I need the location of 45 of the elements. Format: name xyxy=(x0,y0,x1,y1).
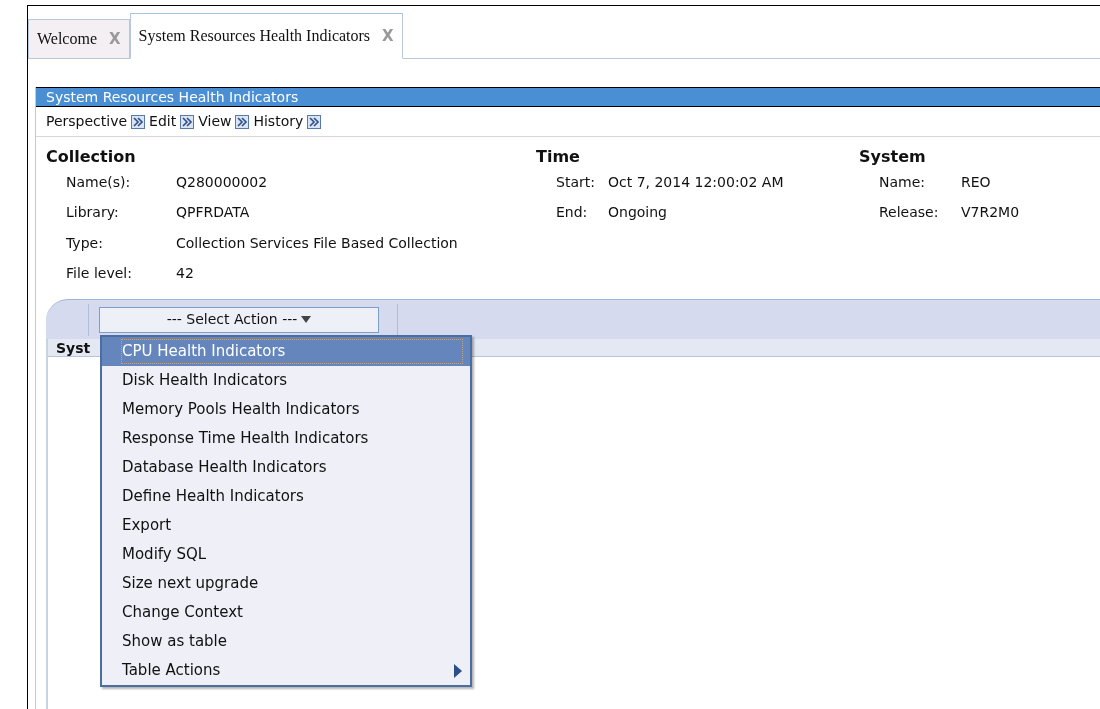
submenu-arrow-icon xyxy=(454,663,462,678)
field-label: Type: xyxy=(66,233,104,253)
field-label: Library: xyxy=(66,203,120,223)
menu-item[interactable]: Change Context xyxy=(102,598,470,627)
section-heading: Time xyxy=(536,147,581,167)
tab[interactable]: Welcome X xyxy=(28,19,130,59)
double-arrow-icon[interactable] xyxy=(180,114,195,129)
tab[interactable]: System Resources Health Indicators X xyxy=(129,13,403,59)
section-heading: System xyxy=(859,147,927,167)
menu-label[interactable]: Edit xyxy=(149,111,177,132)
field-label: Name(s): xyxy=(66,172,132,192)
field-label: File level: xyxy=(66,264,133,284)
menu-item[interactable]: Disk Health Indicators xyxy=(102,366,470,395)
field-label: End: xyxy=(556,203,589,223)
field-value: Collection Services File Based Collection xyxy=(176,233,458,253)
field-value: Q280000002 xyxy=(176,172,268,192)
menu-item[interactable]: Show as table xyxy=(102,627,470,656)
menu-item[interactable]: Response Time Health Indicators xyxy=(102,424,470,453)
field-label: Start: xyxy=(556,172,596,192)
menu-item[interactable]: Export xyxy=(102,511,470,540)
menu-item[interactable]: Table Actions xyxy=(102,656,470,685)
field-value: Ongoing xyxy=(608,203,667,223)
menu-item[interactable]: Size next upgrade xyxy=(102,569,470,598)
field-value: V7R2M0 xyxy=(961,203,1020,223)
select-action-dropdown[interactable]: --- Select Action --- xyxy=(99,306,379,333)
field-label: Name: xyxy=(879,172,927,192)
field-value: REO xyxy=(961,172,991,192)
menu-label[interactable]: View xyxy=(198,111,232,132)
double-arrow-icon[interactable] xyxy=(131,114,146,129)
double-arrow-icon[interactable] xyxy=(235,114,250,129)
menu-item[interactable]: CPU Health Indicators xyxy=(102,337,470,366)
caret-icon xyxy=(301,315,312,324)
field-value: Oct 7, 2014 12:00:02 AM xyxy=(608,172,784,192)
menu-item[interactable]: Database Health Indicators xyxy=(102,453,470,482)
section-heading: Collection xyxy=(46,147,137,167)
menu-label[interactable]: Perspective xyxy=(46,111,128,132)
menu-item[interactable]: Define Health Indicators xyxy=(102,482,470,511)
menu-item[interactable]: Modify SQL xyxy=(102,540,470,569)
menu-item[interactable]: Memory Pools Health Indicators xyxy=(102,395,470,424)
panel-title-bar: System Resources Health Indicators xyxy=(36,87,1100,107)
menu-label[interactable]: History xyxy=(253,111,304,132)
field-value: 42 xyxy=(176,264,194,284)
double-arrow-icon[interactable] xyxy=(307,114,322,129)
field-label: Release: xyxy=(879,203,940,223)
field-value: QPFRDATA xyxy=(176,203,250,223)
